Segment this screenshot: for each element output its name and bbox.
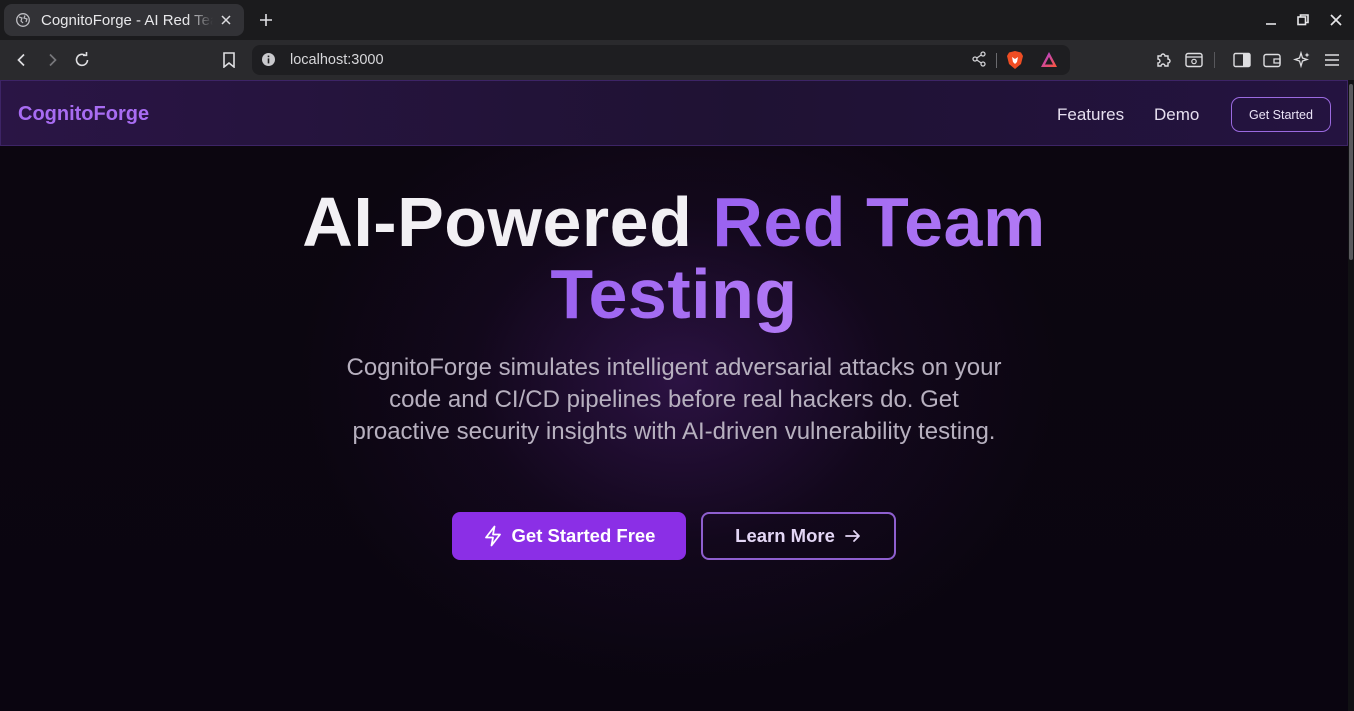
back-icon[interactable] — [12, 50, 32, 70]
hero-title-accent-2: Testing — [550, 255, 798, 333]
brave-rewards-icon[interactable] — [1040, 51, 1058, 73]
scrollbar-thumb[interactable] — [1349, 84, 1353, 260]
forward-icon[interactable] — [42, 50, 62, 70]
wallet-icon[interactable] — [1262, 50, 1282, 70]
close-window-icon[interactable] — [1326, 10, 1346, 30]
leo-ai-icon[interactable] — [1292, 50, 1312, 70]
learn-more-label: Learn More — [735, 525, 835, 546]
url-text: localhost:3000 — [290, 52, 384, 68]
leo-search-icon[interactable] — [1184, 50, 1204, 70]
browser-toolbar: localhost:3000 — [0, 40, 1354, 80]
hero-title-line1: AI-Powered Red Team — [0, 182, 1348, 262]
brave-shields-icon[interactable] — [1006, 50, 1024, 75]
site-logo[interactable]: CognitoForge — [18, 103, 149, 126]
minimize-icon[interactable] — [1261, 10, 1281, 30]
hero-subtitle: CognitoForge simulates intelligent adver… — [346, 354, 1002, 445]
tab-bar: CognitoForge - AI Red Team Testing — [0, 0, 1354, 40]
restore-icon[interactable] — [1293, 10, 1313, 30]
site-navbar: CognitoForge Features Demo Get Started — [0, 80, 1348, 146]
share-icon[interactable] — [971, 51, 987, 72]
nav-link-features[interactable]: Features — [1057, 105, 1124, 125]
site-info-icon[interactable] — [261, 52, 276, 72]
lightning-icon — [483, 525, 503, 547]
hero-title-plain: AI-Powered — [302, 183, 713, 261]
tab-close-icon[interactable] — [218, 12, 234, 28]
browser-tab[interactable]: CognitoForge - AI Red Team Testing — [4, 4, 244, 36]
address-bar[interactable]: localhost:3000 — [252, 45, 1070, 75]
hero-title-line2: Testing — [0, 254, 1348, 334]
page-viewport: CognitoForge Features Demo Get Started A… — [0, 80, 1348, 711]
menu-icon[interactable] — [1322, 50, 1342, 70]
nav-link-demo[interactable]: Demo — [1154, 105, 1199, 125]
divider — [996, 53, 997, 68]
bookmark-icon[interactable] — [219, 50, 239, 70]
nav-get-started-button[interactable]: Get Started — [1231, 97, 1331, 132]
sidebar-icon[interactable] — [1232, 50, 1252, 70]
tab-title: CognitoForge - AI Red Team Testing — [41, 11, 213, 29]
extensions-icon[interactable] — [1154, 50, 1174, 70]
reload-icon[interactable] — [72, 50, 92, 70]
globe-icon — [16, 13, 30, 27]
toolbar-divider — [1214, 52, 1215, 68]
new-tab-icon[interactable] — [256, 10, 276, 30]
hero-title-accent: Red Team — [712, 183, 1046, 261]
get-started-free-button[interactable]: Get Started Free — [452, 512, 686, 560]
get-started-free-label: Get Started Free — [511, 525, 656, 546]
learn-more-button[interactable]: Learn More — [701, 512, 896, 560]
arrow-right-icon — [844, 528, 862, 544]
